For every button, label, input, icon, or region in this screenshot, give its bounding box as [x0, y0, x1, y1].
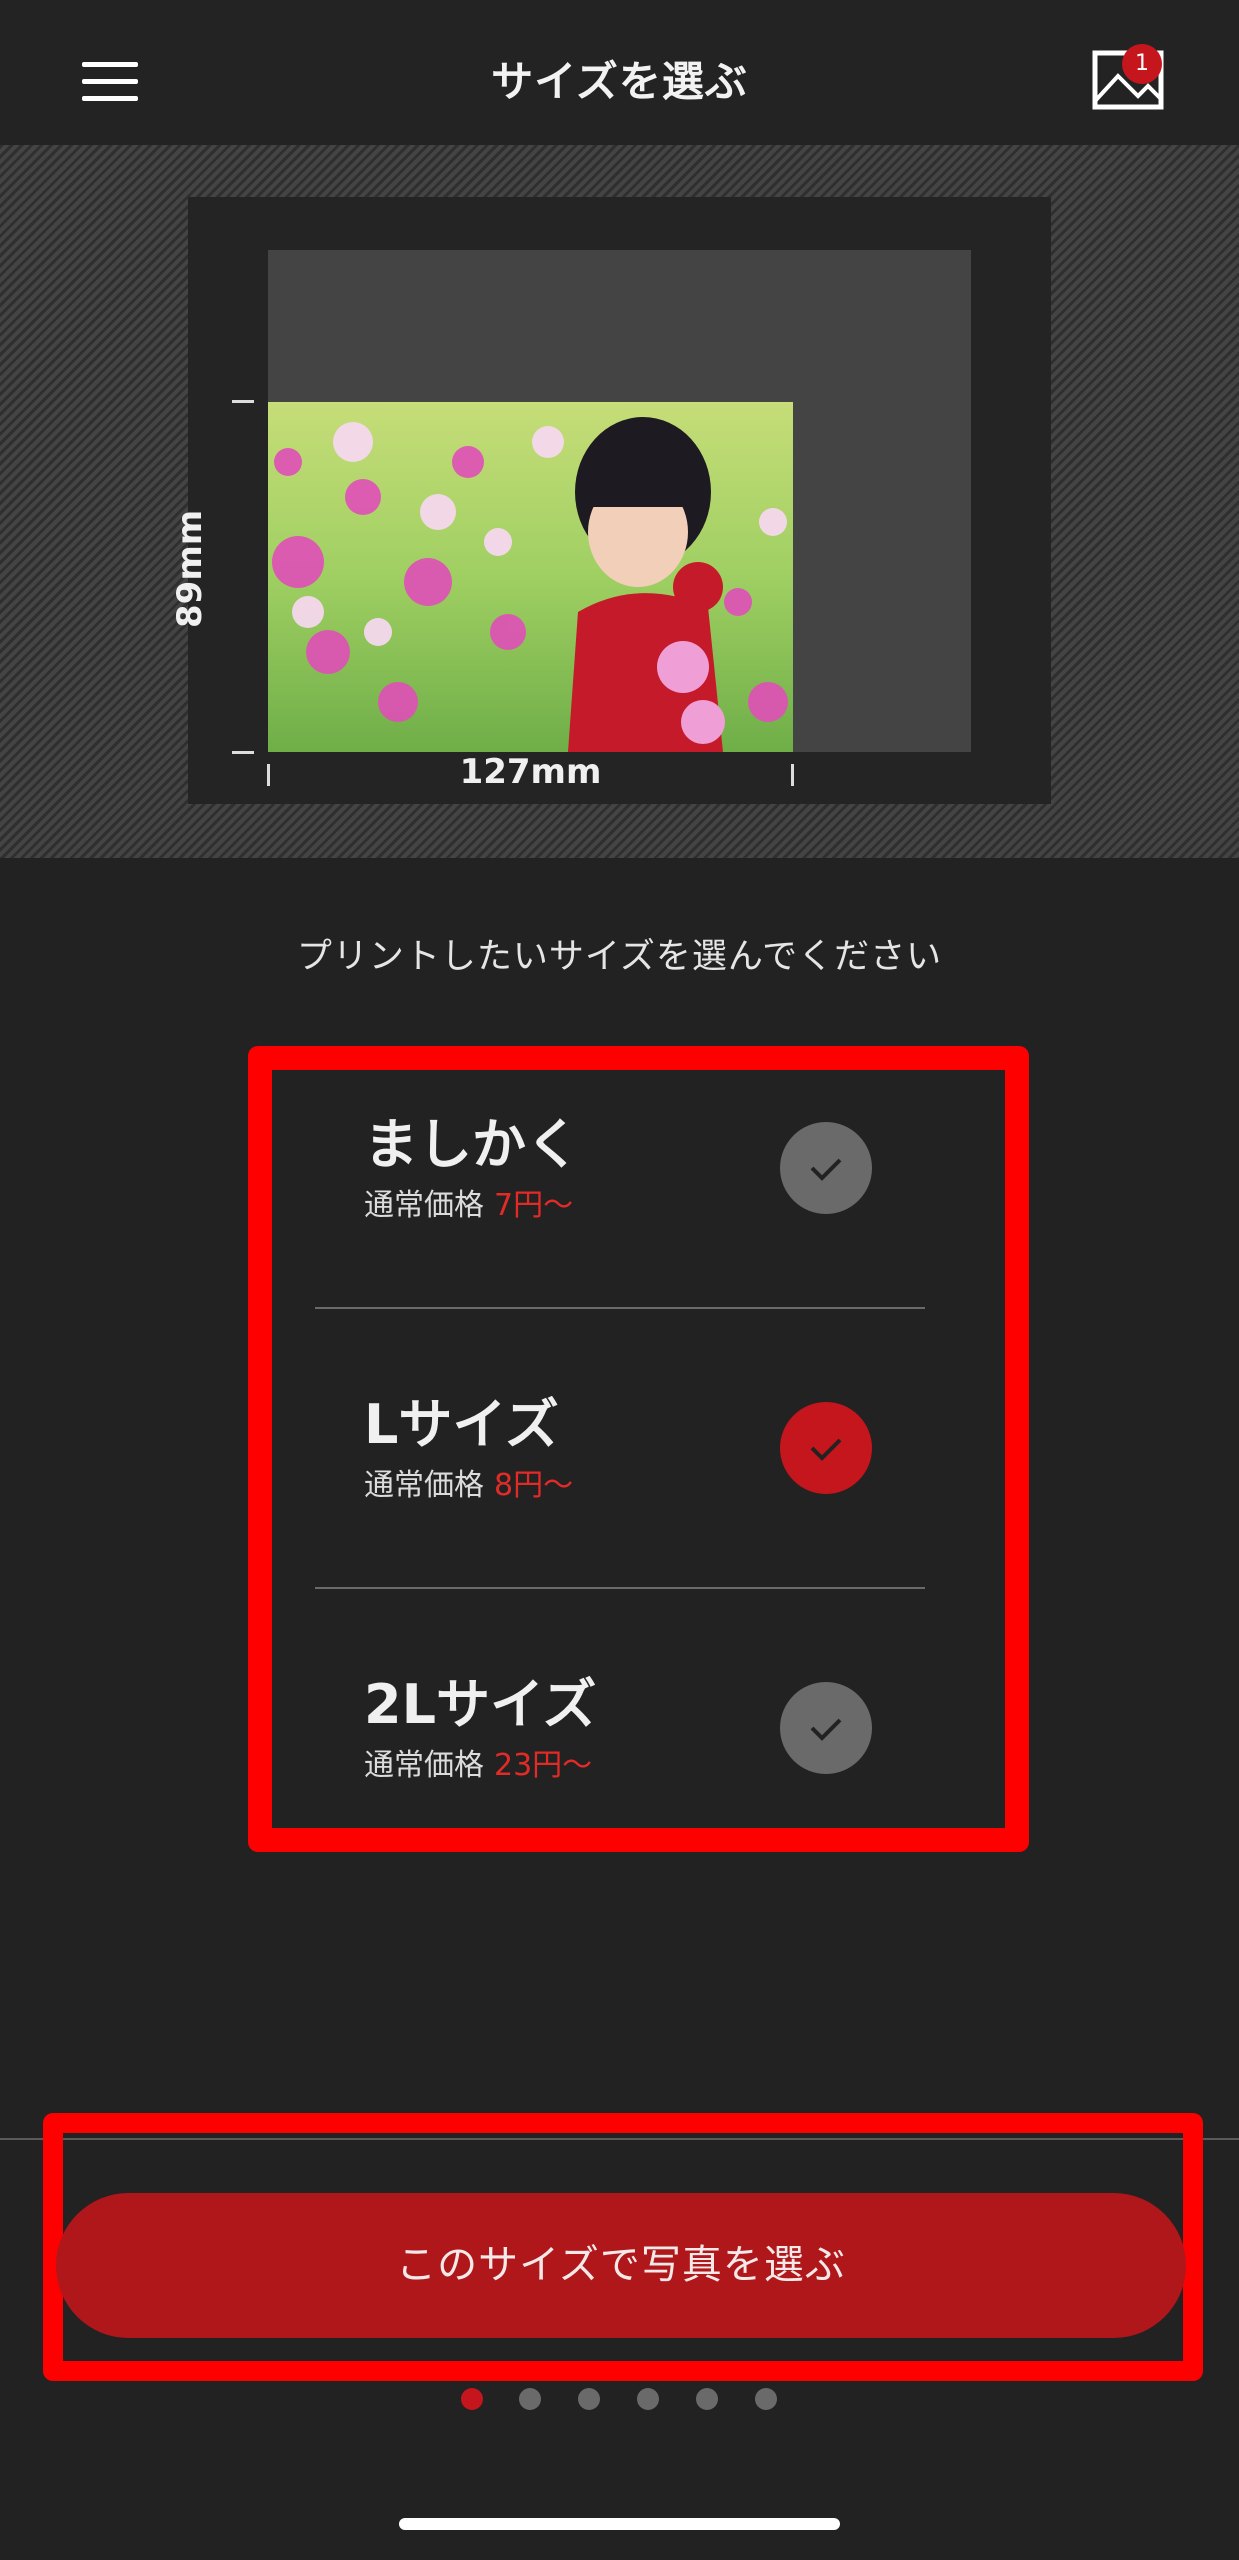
price-label: 通常価格: [364, 1188, 484, 1223]
price-value: 7円〜: [494, 1188, 574, 1223]
price-label: 通常価格: [364, 1748, 484, 1783]
option-name: ましかく: [364, 1113, 580, 1176]
price-value: 8円〜: [494, 1468, 574, 1503]
option-price-row: 通常価格 7円〜: [364, 1180, 573, 1224]
page-dot-2: [519, 2388, 541, 2410]
notification-badge: 1: [1122, 44, 1162, 84]
option-name: Lサイズ: [364, 1393, 559, 1456]
page-dot-3: [578, 2388, 600, 2410]
height-tick-bottom: [232, 751, 254, 754]
option-divider: [315, 1587, 925, 1589]
page-dot-4: [637, 2388, 659, 2410]
option-price-row: 通常価格 8円〜: [364, 1460, 573, 1504]
size-option-square[interactable]: ましかく 通常価格 7円〜: [364, 1100, 924, 1230]
price-value: 23円〜: [494, 1748, 593, 1783]
width-dimension-label: 127mm: [459, 752, 602, 792]
page-title: サイズを選ぶ: [491, 57, 748, 106]
option-divider: [315, 1307, 925, 1309]
option-name: 2Lサイズ: [364, 1673, 597, 1736]
preview-photo: [268, 402, 793, 752]
check-icon[interactable]: [780, 1122, 872, 1214]
size-option-l[interactable]: Lサイズ 通常価格 8円〜: [364, 1380, 924, 1510]
size-option-2l[interactable]: 2Lサイズ 通常価格 23円〜: [364, 1660, 924, 1790]
home-indicator[interactable]: [399, 2518, 840, 2530]
height-dimension-label: 89mm: [170, 509, 210, 628]
price-label: 通常価格: [364, 1468, 484, 1503]
page-dot-1: [461, 2388, 483, 2410]
height-tick-top: [232, 400, 254, 403]
page-dot-5: [696, 2388, 718, 2410]
select-photos-button[interactable]: このサイズで写真を選ぶ: [56, 2193, 1186, 2338]
check-icon[interactable]: [780, 1682, 872, 1774]
instruction-text: プリントしたいサイズを選んでください: [296, 937, 943, 977]
page-dot-6: [755, 2388, 777, 2410]
option-price-row: 通常価格 23円〜: [364, 1740, 592, 1784]
check-icon[interactable]: [780, 1402, 872, 1494]
